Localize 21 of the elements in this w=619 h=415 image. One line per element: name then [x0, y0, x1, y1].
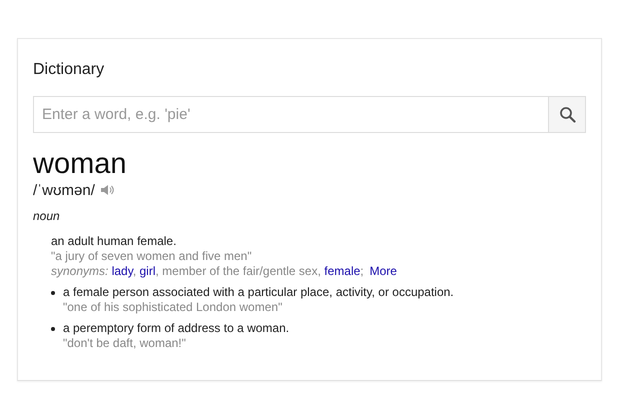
search-button[interactable] — [548, 96, 586, 133]
example-text: "one of his sophisticated London women" — [63, 300, 282, 315]
speaker-icon[interactable] — [100, 184, 114, 196]
synonym-link[interactable]: female — [324, 264, 360, 278]
card-title: Dictionary — [33, 61, 104, 79]
example-text: "don't be daft, woman!" — [63, 336, 186, 351]
example-text: "a jury of seven women and five men" — [51, 248, 252, 264]
search-icon — [558, 106, 576, 123]
more-link[interactable]: More — [370, 264, 397, 278]
search-field[interactable]: Enter a word, e.g. 'pie' — [33, 96, 548, 133]
synonym-link[interactable]: girl — [140, 264, 156, 278]
definition-text: an adult human female. — [51, 234, 176, 249]
synonyms-line: synonyms: lady, girl, member of the fair/gentle sex, female; More — [51, 264, 397, 279]
pronunciation-text: /ˈwʊmən/ — [33, 182, 95, 199]
synonym-link[interactable]: lady — [112, 264, 133, 278]
bullet-icon — [51, 326, 55, 331]
headword: woman — [33, 149, 126, 181]
bullet-icon — [51, 290, 55, 295]
part-of-speech: noun — [33, 208, 60, 223]
definition-text: a female person associated with a particular place, activity, or occupation. — [63, 284, 454, 300]
definition-text: a peremptory form of address to a woman. — [63, 320, 290, 336]
